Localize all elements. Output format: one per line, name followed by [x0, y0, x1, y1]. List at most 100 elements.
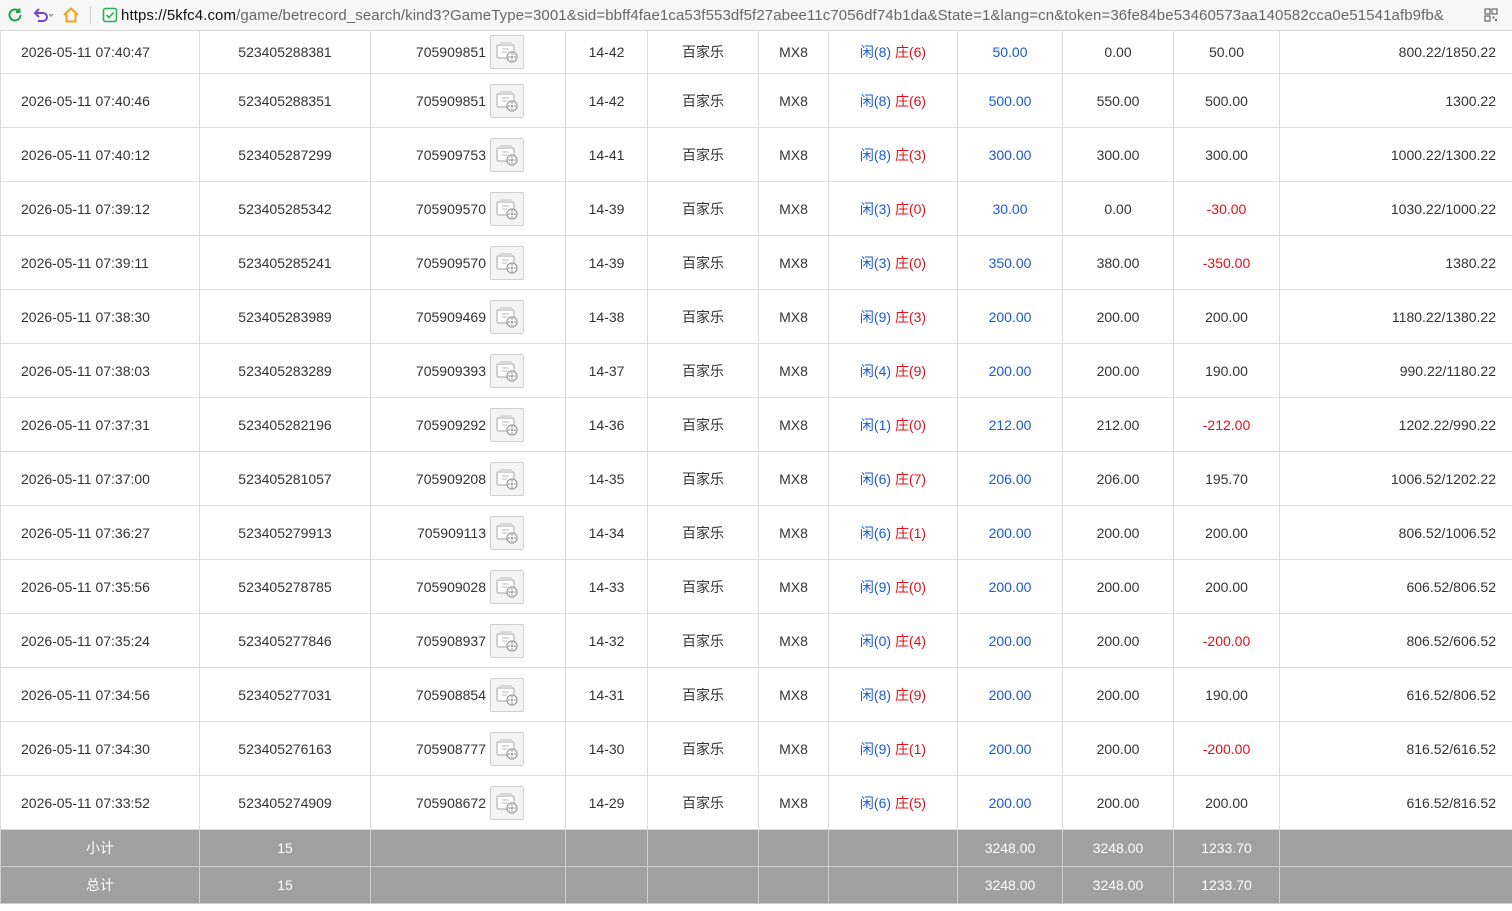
player-result: 闲(6) [859, 794, 892, 811]
room-code: MX8 [758, 181, 829, 236]
round-cell: 705909393 [370, 343, 566, 398]
table-row: 2026-05-11 07:37:31 523405282196 705909292… [0, 397, 1512, 452]
valid-bet: 550.00 [1062, 73, 1174, 128]
table-row: 2026-05-11 07:39:11 523405285241 705909570… [0, 235, 1512, 290]
table-row: 2026-05-11 07:40:47 523405288381 705909851… [0, 31, 1512, 74]
bet-time: 2026-05-11 07:40:46 [0, 73, 200, 128]
result-cell: 闲(8) 庄(6) [828, 31, 958, 74]
video-replay-icon[interactable] [490, 35, 524, 69]
room-code: MX8 [758, 613, 829, 668]
player-result: 闲(1) [859, 416, 892, 433]
balance-change: 1030.22/1000.22 [1279, 181, 1512, 236]
game-type: 百家乐 [647, 775, 759, 830]
player-result: 闲(4) [859, 362, 892, 379]
banker-result: 庄(0) [894, 254, 927, 271]
room-code: MX8 [758, 235, 829, 290]
bet-time: 2026-05-11 07:39:12 [0, 181, 200, 236]
game-type: 百家乐 [647, 127, 759, 182]
bet-amount: 200.00 [957, 721, 1063, 776]
banker-result: 庄(9) [894, 686, 927, 703]
win-loss: -30.00 [1173, 181, 1280, 236]
valid-bet: 200.00 [1062, 289, 1174, 344]
banker-result: 庄(3) [894, 146, 927, 163]
video-replay-icon[interactable] [490, 785, 524, 820]
round-cell: 705909469 [370, 289, 566, 344]
table-shoe: 14-30 [565, 721, 648, 776]
round-number: 705909570 [415, 200, 486, 217]
banker-result: 庄(6) [894, 44, 927, 60]
room-code: MX8 [758, 397, 829, 452]
result-cell: 闲(9) 庄(0) [828, 559, 958, 614]
table-shoe: 14-36 [565, 397, 648, 452]
result-cell: 闲(0) 庄(4) [828, 613, 958, 668]
video-replay-icon[interactable] [490, 461, 524, 496]
game-type: 百家乐 [647, 181, 759, 236]
banker-result: 庄(9) [894, 362, 927, 379]
bet-time: 2026-05-11 07:39:11 [0, 235, 200, 290]
round-number: 705909753 [415, 146, 486, 163]
player-result: 闲(9) [859, 740, 892, 757]
video-replay-icon[interactable] [490, 677, 524, 712]
order-number: 523405288351 [199, 73, 371, 128]
valid-bet: 380.00 [1062, 235, 1174, 290]
win-loss: 200.00 [1173, 289, 1280, 344]
table-row: 2026-05-11 07:38:30 523405283989 705909469… [0, 289, 1512, 344]
subtotal-count: 15 [199, 829, 371, 867]
video-replay-icon[interactable] [490, 569, 524, 604]
address-bar[interactable]: https://5kfc4.com/game/betrecord_search/… [121, 7, 1478, 24]
game-type: 百家乐 [647, 505, 759, 560]
table-shoe: 14-38 [565, 289, 648, 344]
round-number: 705909028 [415, 578, 486, 595]
table-row: 2026-05-11 07:38:03 523405283289 705909393… [0, 343, 1512, 398]
video-replay-icon[interactable] [490, 515, 524, 550]
result-cell: 闲(4) 庄(9) [828, 343, 958, 398]
room-code: MX8 [758, 451, 829, 506]
balance-change: 1180.22/1380.22 [1279, 289, 1512, 344]
subtotal-label: 小计 [0, 829, 200, 867]
game-type: 百家乐 [647, 289, 759, 344]
subtotal-row: 小计 15 3248.00 3248.00 1233.70 [0, 829, 1512, 867]
bet-time: 2026-05-11 07:40:12 [0, 127, 200, 182]
round-cell: 705909292 [370, 397, 566, 452]
qr-code-icon[interactable] [1478, 2, 1504, 28]
video-replay-icon[interactable] [490, 191, 524, 226]
bet-amount: 200.00 [957, 559, 1063, 614]
valid-bet: 200.00 [1062, 505, 1174, 560]
home-icon[interactable] [58, 2, 84, 28]
video-replay-icon[interactable] [490, 137, 524, 172]
room-code: MX8 [758, 289, 829, 344]
valid-bet: 200.00 [1062, 343, 1174, 398]
balance-change: 990.22/1180.22 [1279, 343, 1512, 398]
bet-amount: 200.00 [957, 775, 1063, 830]
toolbar-divider [90, 6, 91, 24]
undo-icon[interactable] [28, 2, 58, 28]
video-replay-icon[interactable] [490, 299, 524, 334]
video-replay-icon[interactable] [490, 353, 524, 388]
table-shoe: 14-34 [565, 505, 648, 560]
video-replay-icon[interactable] [490, 623, 524, 658]
subtotal-bet: 3248.00 [957, 829, 1063, 867]
result-cell: 闲(3) 庄(0) [828, 181, 958, 236]
room-code: MX8 [758, 559, 829, 614]
order-number: 523405287299 [199, 127, 371, 182]
shield-icon[interactable] [99, 2, 121, 28]
valid-bet: 212.00 [1062, 397, 1174, 452]
video-replay-icon[interactable] [490, 731, 524, 766]
video-replay-icon[interactable] [490, 83, 524, 118]
room-code: MX8 [758, 505, 829, 560]
result-cell: 闲(8) 庄(6) [828, 73, 958, 128]
refresh-icon[interactable] [2, 2, 28, 28]
valid-bet: 300.00 [1062, 127, 1174, 182]
order-number: 523405288381 [199, 31, 371, 74]
result-cell: 闲(1) 庄(0) [828, 397, 958, 452]
order-number: 523405274909 [199, 775, 371, 830]
win-loss: 200.00 [1173, 505, 1280, 560]
video-replay-icon[interactable] [490, 245, 524, 280]
win-loss: 190.00 [1173, 667, 1280, 722]
url-host: https://5kfc4.com [121, 6, 237, 24]
video-replay-icon[interactable] [490, 407, 524, 442]
subtotal-win: 1233.70 [1173, 829, 1280, 867]
balance-change: 1202.22/990.22 [1279, 397, 1512, 452]
game-type: 百家乐 [647, 31, 759, 74]
win-loss: 300.00 [1173, 127, 1280, 182]
